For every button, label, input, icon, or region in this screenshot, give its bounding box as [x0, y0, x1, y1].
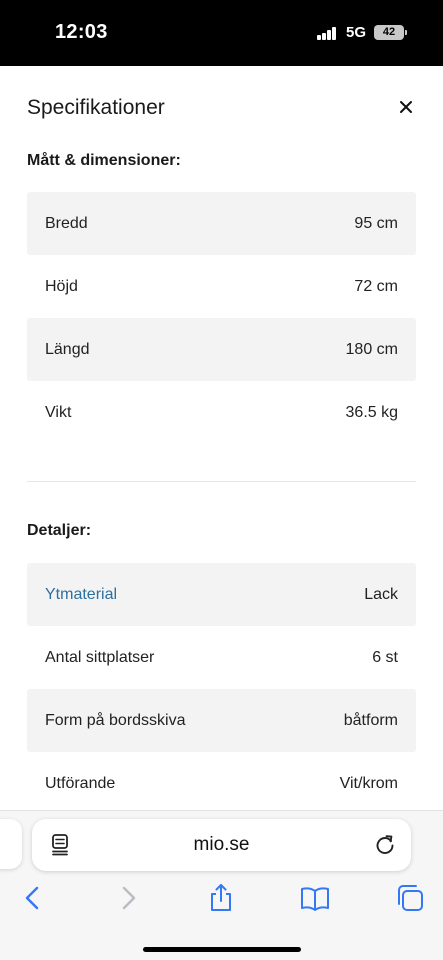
spec-row-vikt: Vikt 36.5 kg [27, 381, 416, 444]
spec-value: 36.5 kg [345, 403, 398, 421]
section-divider [27, 481, 416, 482]
bookmarks-icon[interactable] [300, 883, 330, 913]
address-text[interactable]: mio.se [32, 834, 411, 856]
spec-row-form: Form på bordsskiva båtform [27, 689, 416, 752]
spec-value: 95 cm [354, 214, 398, 232]
spec-value: 180 cm [345, 340, 398, 358]
spec-row-antal-sittplatser: Antal sittplatser 6 st [27, 626, 416, 689]
details-list: Ytmaterial Lack Antal sittplatser 6 st F… [27, 563, 416, 810]
spec-value: båtform [343, 711, 398, 729]
spec-label: Form på bordsskiva [45, 711, 186, 729]
spec-value: 72 cm [354, 277, 398, 295]
spec-label: Vikt [45, 403, 72, 421]
signal-icon [317, 27, 337, 40]
details-heading: Detaljer: [27, 522, 92, 539]
spec-value: Lack [364, 585, 398, 603]
spec-label: Antal sittplatser [45, 648, 155, 666]
spec-row-utforande: Utförande Vit/krom [27, 752, 416, 810]
spec-value: 6 st [372, 648, 398, 666]
browser-bottom-bar: mio.se [0, 810, 443, 960]
close-icon[interactable] [396, 97, 416, 117]
spec-label: Höjd [45, 277, 78, 295]
spec-label: Utförande [45, 774, 116, 792]
status-bar: 12:03 5G 42 [0, 0, 443, 66]
address-bar[interactable]: mio.se [32, 819, 411, 871]
back-icon[interactable] [18, 883, 48, 913]
forward-icon[interactable] [113, 883, 143, 913]
tabs-icon[interactable] [395, 883, 425, 913]
spec-label: Längd [45, 340, 90, 358]
spec-row-langd: Längd 180 cm [27, 318, 416, 381]
home-indicator [143, 947, 301, 952]
spec-row-ytmaterial[interactable]: Ytmaterial Lack [27, 563, 416, 626]
specifications-sheet: Specifikationer Mått & dimensioner: Bred… [0, 66, 443, 810]
battery-tip [405, 30, 407, 35]
battery-icon: 42 [374, 25, 404, 40]
status-time: 12:03 [55, 21, 108, 43]
spec-label: Bredd [45, 214, 88, 232]
spec-value: Vit/krom [339, 774, 398, 792]
spec-row-hojd: Höjd 72 cm [27, 255, 416, 318]
share-icon[interactable] [206, 883, 236, 913]
spec-row-bredd: Bredd 95 cm [27, 192, 416, 255]
spec-label-link[interactable]: Ytmaterial [45, 586, 117, 604]
dimensions-list: Bredd 95 cm Höjd 72 cm Längd 180 cm Vikt… [27, 192, 416, 444]
previous-tab-stub[interactable] [0, 819, 22, 869]
sheet-title: Specifikationer [27, 96, 165, 119]
network-label: 5G [346, 24, 367, 41]
dimensions-heading: Mått & dimensioner: [27, 152, 181, 169]
reload-icon[interactable] [374, 833, 396, 855]
